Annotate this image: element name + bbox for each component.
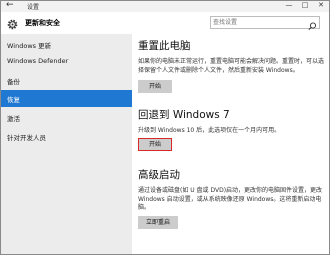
advanced-startup-description: 通过设备或磁盘(如 U 盘或 DVD)启动，更改你的电脑固件设置，更改 Wind… (138, 187, 323, 211)
sidebar-item-backup[interactable]: 备份 (1, 72, 132, 89)
search-input[interactable] (213, 17, 303, 28)
search-icon[interactable] (307, 17, 317, 31)
title-bar: ← 设置 — □ ✕ (1, 1, 329, 12)
reset-start-button[interactable]: 开始 (138, 80, 172, 93)
sidebar-item-activation[interactable]: 激活 (1, 109, 132, 126)
window-title: 设置 (27, 4, 40, 11)
sidebar-item-label: Windows Defender (7, 57, 69, 65)
reset-heading: 重置此电脑 (138, 40, 191, 52)
settings-window: ← 设置 — □ ✕ 更新和安全 Windows 更新 Window (0, 0, 330, 255)
sidebar-item-label: 恢复 (7, 96, 20, 104)
sidebar-item-recovery[interactable]: 恢复 (1, 90, 132, 107)
minimize-button[interactable]: — (283, 1, 295, 9)
sidebar-item-for-developers[interactable]: 针对开发人员 (1, 128, 132, 145)
sidebar-item-label: Windows 更新 (7, 42, 52, 50)
restart-now-button[interactable]: 立即重启 (138, 216, 178, 229)
sidebar: Windows 更新 Windows Defender 备份 恢复 激活 针对开… (1, 34, 132, 254)
sidebar-item-label: 备份 (7, 78, 20, 86)
rollback-description: 升级到 Windows 10 后，此选项仅在一个月内可用。 (138, 127, 281, 134)
rollback-start-button[interactable]: 开始 (138, 138, 172, 151)
sidebar-item-label: 激活 (7, 115, 20, 123)
close-button[interactable]: ✕ (315, 1, 327, 9)
advanced-startup-heading: 高级启动 (138, 169, 180, 181)
maximize-button[interactable]: □ (299, 1, 311, 9)
rollback-heading: 回退到 Windows 7 (138, 109, 230, 121)
sidebar-item-label: 针对开发人员 (7, 134, 46, 142)
sidebar-item-windows-defender[interactable]: Windows Defender (1, 53, 132, 70)
main-content: 重置此电脑 如果你的电脑未正常运行，重置电脑可能会解决问题。重置时，可以选择保留… (132, 34, 329, 254)
back-arrow-icon[interactable]: ← (6, 1, 14, 10)
search-box[interactable] (210, 16, 320, 31)
gear-icon (6, 16, 19, 30)
section-title: 更新和安全 (25, 19, 60, 27)
sidebar-item-windows-update[interactable]: Windows 更新 (1, 36, 132, 53)
reset-description: 如果你的电脑未正常运行，重置电脑可能会解决问题。重置时，可以选择保留个人文件或删… (138, 58, 325, 74)
